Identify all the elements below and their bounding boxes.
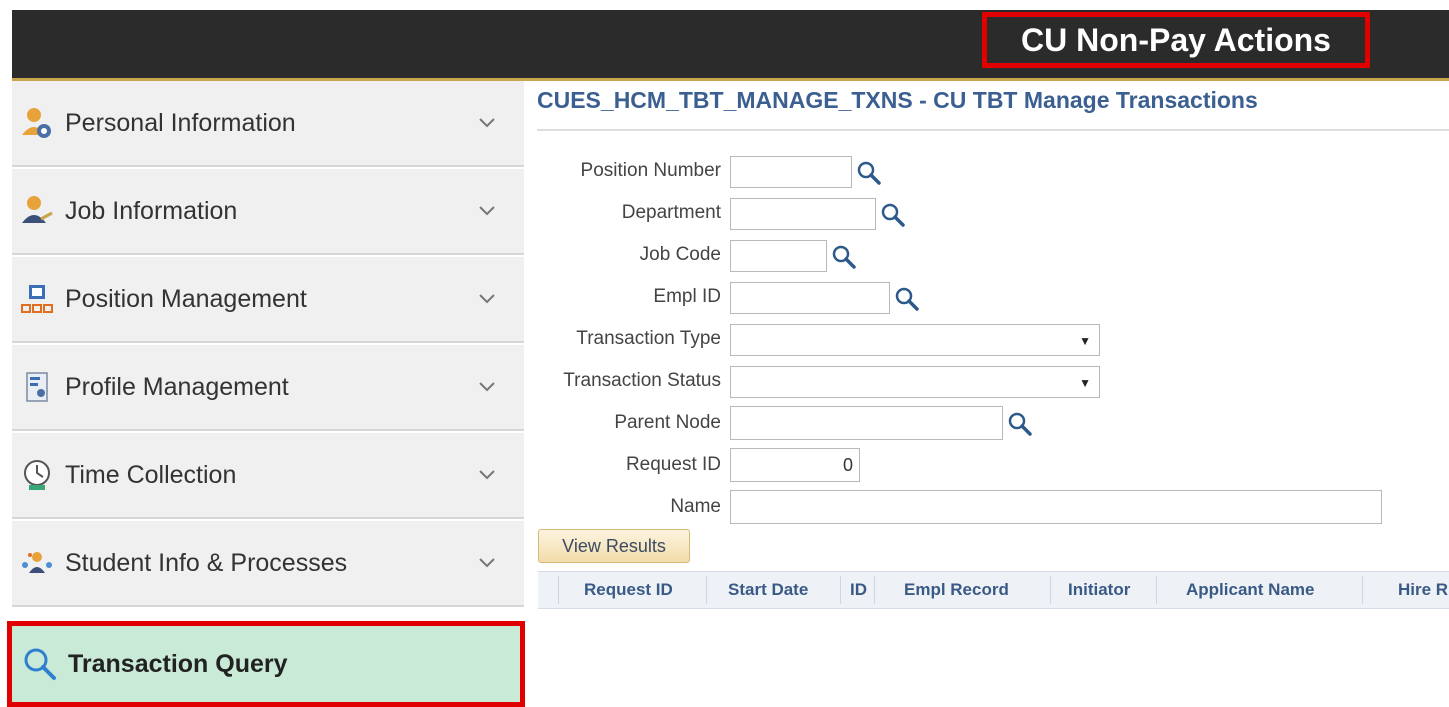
column-header-applicant-name[interactable]: Applicant Name (1186, 572, 1314, 608)
sidebar-item-label: Job Information (65, 196, 238, 225)
job-code-label: Job Code (639, 244, 721, 265)
column-separator (706, 576, 707, 604)
sidebar-item-student-info[interactable]: Student Info & Processes (12, 521, 524, 607)
profile-management-icon (17, 367, 57, 407)
sidebar-item-label: Time Collection (65, 460, 237, 489)
transaction-status-label: Transaction Status (563, 370, 721, 391)
request-id-input[interactable] (730, 448, 860, 482)
parent-node-label: Parent Node (614, 412, 721, 433)
person-info-icon (17, 103, 57, 143)
main-content: CUES_HCM_TBT_MANAGE_TXNS - CU TBT Manage… (537, 81, 1449, 707)
column-header-empl-record[interactable]: Empl Record (904, 572, 1009, 608)
column-separator (1362, 576, 1363, 604)
sidebar-item-time-collection[interactable]: Time Collection (12, 433, 524, 519)
column-header-request-id[interactable]: Request ID (584, 572, 673, 608)
transaction-status-select[interactable]: ▼ (730, 366, 1100, 398)
top-banner: CU Non-Pay Actions (12, 10, 1449, 81)
transaction-type-select[interactable]: ▼ (730, 324, 1100, 356)
department-label: Department (621, 202, 721, 223)
parent-node-lookup-icon[interactable] (1006, 410, 1034, 438)
column-separator (874, 576, 875, 604)
sidebar-item-label: Profile Management (65, 372, 289, 401)
chevron-down-icon[interactable] (472, 196, 502, 226)
empl-id-input[interactable] (730, 282, 890, 314)
request-id-label: Request ID (625, 454, 721, 475)
column-separator (840, 576, 841, 604)
sidebar-item-label: Personal Information (65, 108, 296, 137)
student-info-icon (17, 543, 57, 583)
position-number-label: Position Number (580, 160, 721, 181)
job-code-input[interactable] (730, 240, 827, 272)
parent-node-input[interactable] (730, 406, 1003, 440)
sidebar-item-job-information[interactable]: Job Information (12, 169, 524, 255)
view-results-button[interactable]: View Results (538, 529, 690, 563)
position-number-input[interactable] (730, 156, 852, 188)
job-info-icon (17, 191, 57, 231)
column-separator (1156, 576, 1157, 604)
dropdown-arrow-icon: ▼ (1079, 334, 1091, 348)
transaction-type-label: Transaction Type (576, 328, 721, 349)
name-input[interactable] (730, 490, 1382, 524)
empl-id-label: Empl ID (653, 286, 721, 307)
empl-id-lookup-icon[interactable] (893, 285, 921, 313)
chevron-down-icon[interactable] (472, 108, 502, 138)
sidebar-item-label: Student Info & Processes (65, 548, 348, 577)
sidebar-item-transaction-query[interactable]: Transaction Query (7, 621, 525, 707)
column-header-initiator[interactable]: Initiator (1068, 572, 1130, 608)
results-grid-header: Request ID Start Date ID Empl Record Ini… (538, 571, 1449, 609)
chevron-down-icon[interactable] (472, 372, 502, 402)
column-header-id[interactable]: ID (850, 572, 867, 608)
sidebar-item-profile-management[interactable]: Profile Management (12, 345, 524, 431)
column-header-start-date[interactable]: Start Date (728, 572, 808, 608)
sidebar-item-label: Position Management (65, 284, 307, 313)
sidebar-item-position-management[interactable]: Position Management (12, 257, 524, 343)
dropdown-arrow-icon: ▼ (1079, 376, 1091, 390)
department-lookup-icon[interactable] (879, 201, 907, 229)
job-code-lookup-icon[interactable] (830, 243, 858, 271)
banner-title: CU Non-Pay Actions (982, 12, 1370, 68)
sidebar-item-label: Transaction Query (68, 649, 288, 678)
chevron-down-icon[interactable] (472, 284, 502, 314)
column-separator (558, 576, 559, 604)
column-separator (1050, 576, 1051, 604)
department-input[interactable] (730, 198, 876, 230)
clock-icon (17, 455, 57, 495)
column-header-hire[interactable]: Hire R (1398, 572, 1448, 608)
chevron-down-icon[interactable] (472, 548, 502, 578)
chevron-down-icon[interactable] (472, 460, 502, 490)
page-title: CUES_HCM_TBT_MANAGE_TXNS - CU TBT Manage… (537, 87, 1258, 113)
sidebar-nav: Personal Information Job Information Pos… (7, 81, 525, 707)
sidebar-item-personal-information[interactable]: Personal Information (12, 81, 524, 167)
search-icon (20, 644, 60, 684)
name-label: Name (670, 496, 721, 517)
position-management-icon (17, 279, 57, 319)
title-divider (537, 129, 1449, 131)
position-number-lookup-icon[interactable] (855, 159, 883, 187)
